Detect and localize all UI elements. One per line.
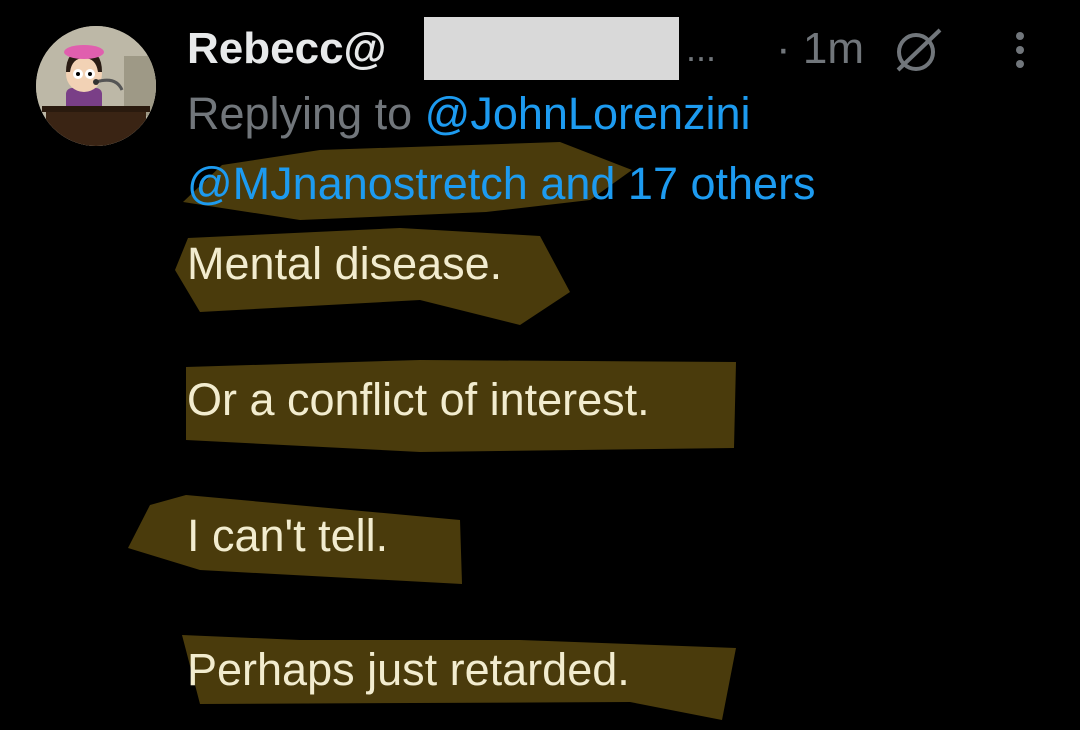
- replying-to-label: Replying to: [187, 88, 413, 139]
- and-others-link[interactable]: and 17 others: [540, 158, 815, 209]
- replying-to-line: Replying to @JohnLorenzini: [187, 88, 751, 140]
- tweet-body-line: I can't tell.: [187, 510, 389, 561]
- cartoon-avatar-icon: [36, 26, 156, 146]
- tweet-body-line: Or a conflict of interest.: [187, 374, 650, 425]
- mention-link[interactable]: @MJnanostretch: [187, 158, 528, 209]
- more-vertical-icon[interactable]: [1004, 30, 1036, 70]
- mention-link[interactable]: @JohnLorenzini: [425, 88, 751, 139]
- avatar[interactable]: [36, 26, 156, 146]
- tweet-body-line: Mental disease.: [187, 238, 503, 289]
- redacted-handle: [424, 17, 679, 80]
- author-display-name[interactable]: Rebecc@: [187, 24, 386, 74]
- tweet-timestamp[interactable]: · 1m: [776, 24, 864, 74]
- replying-to-line-2: @MJnanostretch and 17 others: [187, 158, 816, 210]
- tweet-body-line: Perhaps just retarded.: [187, 644, 630, 695]
- truncation-ellipsis: ...: [686, 28, 717, 69]
- no-sign-icon: [896, 28, 942, 72]
